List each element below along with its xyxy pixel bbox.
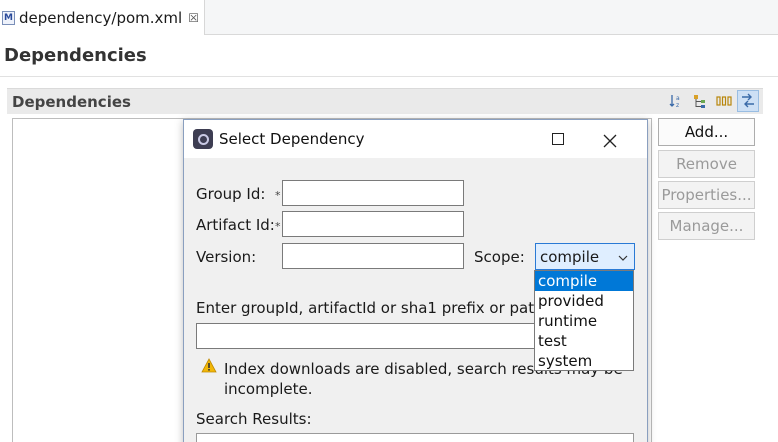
dialog-titlebar[interactable]: Select Dependency: [184, 120, 647, 158]
dependencies-section-header: Dependencies az: [7, 88, 763, 114]
properties-button[interactable]: Properties...: [658, 181, 755, 209]
scope-option-compile[interactable]: compile: [535, 271, 633, 291]
search-results-list[interactable]: [196, 433, 634, 442]
close-icon[interactable]: [602, 125, 618, 155]
manage-button[interactable]: Manage...: [658, 212, 755, 240]
version-label: Version:: [196, 248, 257, 266]
heading-divider: [0, 76, 778, 77]
scope-option-test[interactable]: test: [535, 331, 633, 351]
columns-icon[interactable]: [713, 90, 735, 112]
group-id-field[interactable]: [282, 180, 464, 206]
required-marker: *: [275, 220, 281, 233]
scope-label: Scope:: [474, 248, 525, 266]
tab-strip-background: [205, 0, 778, 35]
scope-selected-value: compile: [540, 247, 600, 266]
section-title: Dependencies: [12, 92, 131, 111]
warning-text-line2: incomplete.: [224, 380, 313, 398]
page-title: Dependencies: [4, 45, 147, 66]
version-field[interactable]: [282, 243, 464, 269]
dialog-title: Select Dependency: [219, 130, 365, 148]
eclipse-app-icon: [193, 129, 213, 149]
svg-text:a: a: [676, 95, 680, 102]
scope-option-system[interactable]: system: [535, 351, 633, 371]
sort-az-icon[interactable]: az: [665, 90, 687, 112]
search-results-label: Search Results:: [196, 410, 312, 428]
maximize-icon[interactable]: [552, 133, 564, 145]
hierarchy-icon[interactable]: [689, 90, 711, 112]
maven-file-icon: M: [2, 10, 15, 25]
add-button[interactable]: Add...: [658, 118, 755, 146]
artifact-id-field[interactable]: [282, 211, 464, 237]
artifact-id-label: Artifact Id:: [196, 216, 275, 234]
required-marker: *: [275, 189, 281, 202]
svg-text:z: z: [676, 102, 679, 109]
scope-select[interactable]: compile: [535, 243, 635, 270]
scope-option-runtime[interactable]: runtime: [535, 311, 633, 331]
close-icon[interactable]: ☒: [188, 11, 199, 25]
remove-button[interactable]: Remove: [658, 150, 755, 178]
scope-option-provided[interactable]: provided: [535, 291, 633, 311]
editor-tab-title: dependency/pom.xml: [19, 8, 183, 27]
editor-tab-pom[interactable]: M dependency/pom.xml ☒: [0, 0, 205, 35]
search-prompt-label: Enter groupId, artifactId or sha1 prefix…: [196, 299, 550, 317]
section-toolbar: az: [665, 90, 759, 112]
chevron-down-icon: [618, 249, 628, 266]
warning-icon: [201, 358, 217, 374]
filter-icon[interactable]: [737, 90, 759, 112]
group-id-label: Group Id:: [196, 185, 266, 203]
scope-dropdown-list: compile provided runtime test system: [534, 270, 634, 371]
